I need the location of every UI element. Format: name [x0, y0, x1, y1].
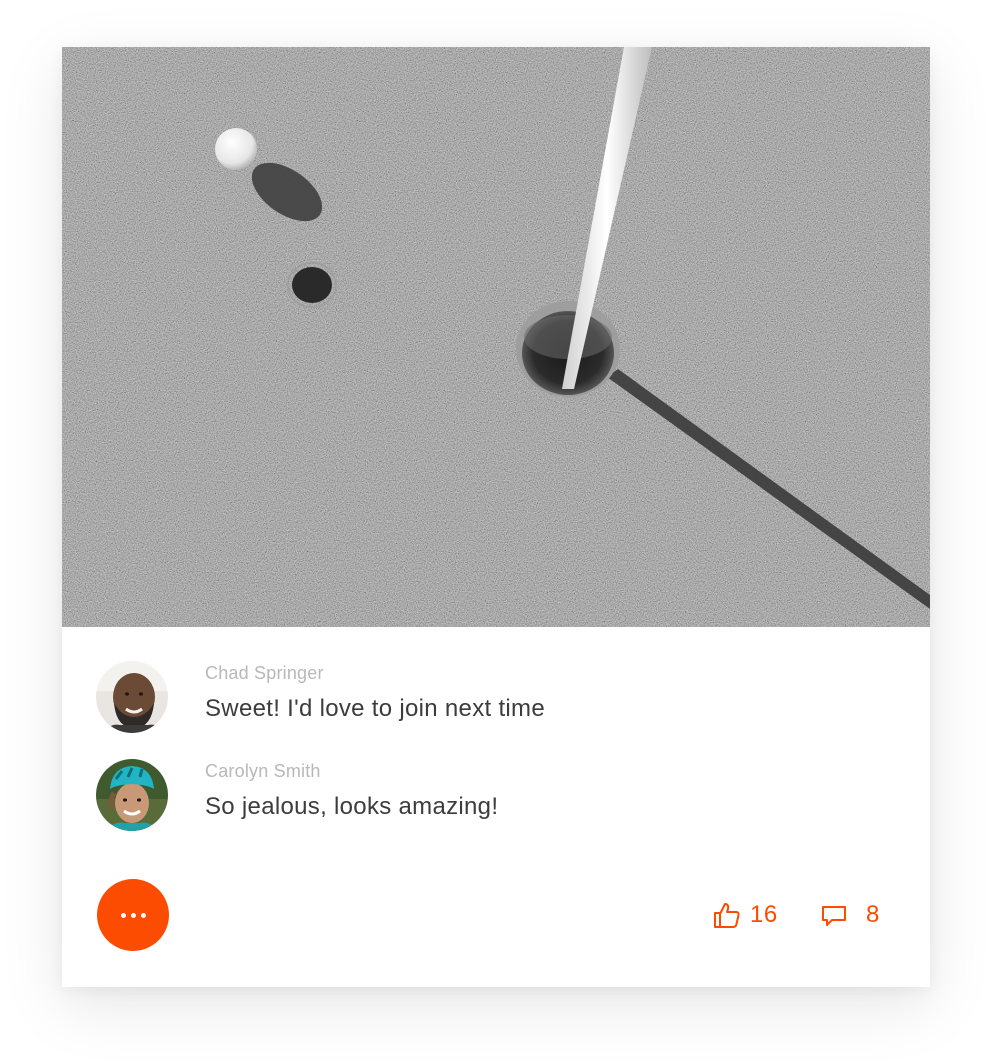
comment-count: 8 [866, 901, 880, 928]
like-count: 16 [750, 901, 778, 928]
avatar[interactable] [96, 759, 168, 831]
comment-author[interactable]: Chad Springer [205, 663, 324, 684]
speech-bubble-icon [822, 906, 846, 926]
comment-text: So jealous, looks amazing! [205, 793, 499, 820]
more-options-button[interactable] [97, 879, 169, 951]
comment-text: Sweet! I'd love to join next time [205, 695, 545, 722]
activity-card: Chad Springer Sweet! I'd love to join ne… [62, 47, 930, 987]
comment-button[interactable]: 8 [820, 893, 880, 937]
like-button[interactable]: 16 [712, 893, 778, 937]
golf-green-image [62, 47, 930, 627]
comment-item: Chad Springer Sweet! I'd love to join ne… [96, 661, 896, 733]
avatar-image [96, 661, 168, 733]
avatar-image [96, 759, 168, 831]
ellipsis-icon [120, 912, 146, 918]
comment-item: Carolyn Smith So jealous, looks amazing! [96, 759, 896, 831]
post-photo[interactable] [62, 47, 930, 627]
avatar[interactable] [96, 661, 168, 733]
thumbs-up-icon [714, 903, 740, 928]
comment-author[interactable]: Carolyn Smith [205, 761, 321, 782]
